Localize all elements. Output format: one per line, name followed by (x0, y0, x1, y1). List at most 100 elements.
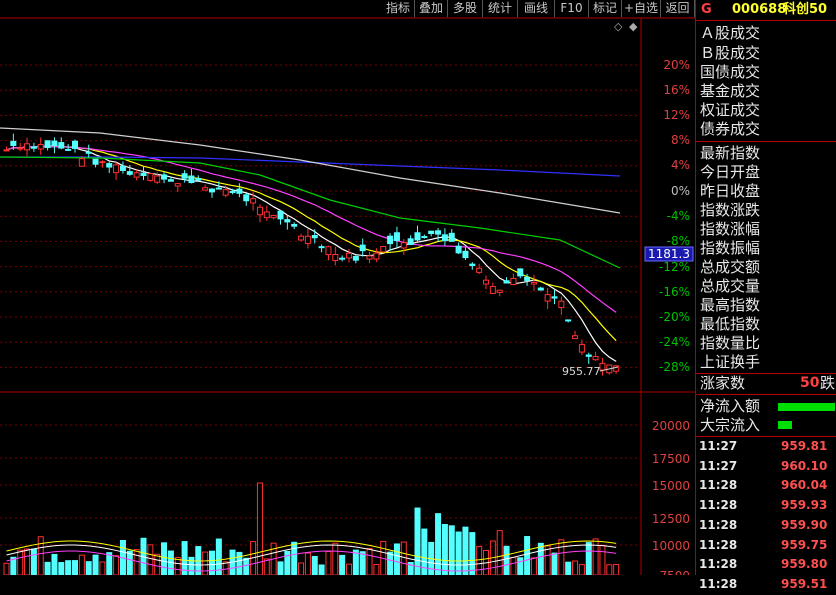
volume-bar (503, 545, 510, 575)
candle-body (85, 151, 92, 154)
candle-body (119, 165, 126, 171)
candle-body (352, 255, 359, 261)
tick-price: 959.75 (781, 537, 828, 552)
volume-bar (469, 532, 476, 575)
volume-bar (537, 542, 544, 575)
candle-body (167, 179, 174, 182)
volume-bar (530, 557, 537, 575)
candle-body (161, 174, 168, 180)
volume-bar (78, 554, 85, 575)
candle-body (174, 183, 181, 187)
tick-price: 959.51 (781, 576, 828, 591)
candle-body (558, 300, 565, 309)
vol-label: 15000 (652, 479, 690, 493)
volume-bar (455, 531, 462, 575)
candle-body (572, 335, 579, 340)
volume-bar (414, 507, 421, 575)
candle-body (270, 214, 277, 219)
volume-bar (558, 539, 565, 575)
pct-label: 16% (663, 83, 690, 97)
sidebar-item: 指数涨幅 (700, 220, 761, 238)
volume-bar (400, 541, 407, 575)
candle-body (346, 252, 352, 259)
volume-bar (346, 563, 352, 575)
candle-body (58, 142, 65, 149)
sidebar-item: 最低指数 (700, 315, 761, 333)
pct-label: 0% (671, 184, 690, 198)
pct-label: -4% (667, 209, 690, 223)
tick-time: 11:28 (699, 557, 738, 572)
tick-row: 11:28 959.75 (699, 536, 827, 556)
sidebar-item: 最新指数 (700, 144, 761, 162)
volume-bar (209, 550, 215, 575)
tick-price: 960.10 (781, 458, 828, 473)
candle-body (483, 279, 489, 285)
volume-bar (435, 513, 442, 575)
vol-label: 12500 (652, 512, 690, 526)
candle-body (30, 146, 37, 149)
volume-bar (510, 557, 517, 575)
volume-bar (606, 564, 613, 575)
candle-body (263, 211, 270, 219)
tick-time: 11:27 (699, 458, 738, 473)
volume-bar (51, 553, 58, 575)
pct-label: 8% (671, 133, 690, 147)
volume-bar (113, 555, 120, 575)
candle-body (188, 175, 195, 184)
candle-body (10, 140, 17, 146)
volume-bar (30, 548, 37, 575)
candle-body (209, 188, 215, 193)
candle-body (243, 194, 250, 202)
volume-bar (565, 561, 572, 575)
candle-body (195, 178, 202, 181)
volume-bar (161, 542, 168, 575)
tick-row: 11:28 959.51 (699, 575, 827, 595)
candle-body (133, 172, 140, 178)
candle-body (236, 188, 243, 194)
volume-bar (496, 530, 503, 575)
candle-body (435, 230, 442, 235)
candle-body (441, 234, 448, 242)
tick-row: 11:28 960.04 (699, 476, 827, 496)
ma10-line (6, 146, 617, 342)
candle-body (65, 148, 72, 151)
volume-bar (393, 543, 400, 575)
tick-price: 959.81 (781, 439, 828, 453)
sidebar-item: 上证换手 (700, 353, 761, 371)
volume-bar (188, 556, 195, 575)
sidebar-item: 最高指数 (700, 296, 761, 314)
tick-price: 960.04 (781, 478, 828, 493)
volume-bar (236, 551, 243, 575)
pct-label: -20% (659, 310, 690, 324)
vol-label: 10000 (652, 539, 690, 553)
volume-bar (373, 563, 380, 575)
candle-body (78, 158, 85, 167)
sidebar-item: 权证成交 (700, 101, 761, 119)
volume-bar (65, 560, 72, 575)
volume-bar (387, 551, 394, 575)
pct-label: -16% (659, 285, 690, 299)
tick-row: 11:28 959.90 (699, 516, 827, 536)
net-inflow-bar (778, 403, 835, 411)
volume-bar (339, 554, 346, 575)
volume-bar (106, 552, 113, 575)
block-inflow-label: 大宗流入 (700, 416, 761, 434)
stock-name: 科创50 (783, 2, 828, 17)
volume-bar (311, 555, 318, 575)
candle-body (339, 257, 346, 260)
candle-body (106, 163, 113, 168)
low-price-label: 955.77 (562, 365, 601, 378)
candle-body (126, 171, 133, 175)
candle-body (476, 267, 483, 273)
candle-body (537, 287, 544, 291)
candle-body (332, 253, 339, 261)
divider (696, 394, 836, 395)
kline-chart[interactable]: 20% 16% 12% 8% 4% 0% -4% -8% -12% -16% -… (0, 0, 695, 575)
candle-body (592, 355, 599, 361)
sidebar-item: 今日开盘 (700, 163, 761, 181)
volume-bar (99, 561, 106, 575)
volume-bar (133, 549, 140, 575)
candle-body (140, 172, 147, 177)
volume-bar (154, 553, 161, 575)
candle-body (311, 234, 318, 239)
